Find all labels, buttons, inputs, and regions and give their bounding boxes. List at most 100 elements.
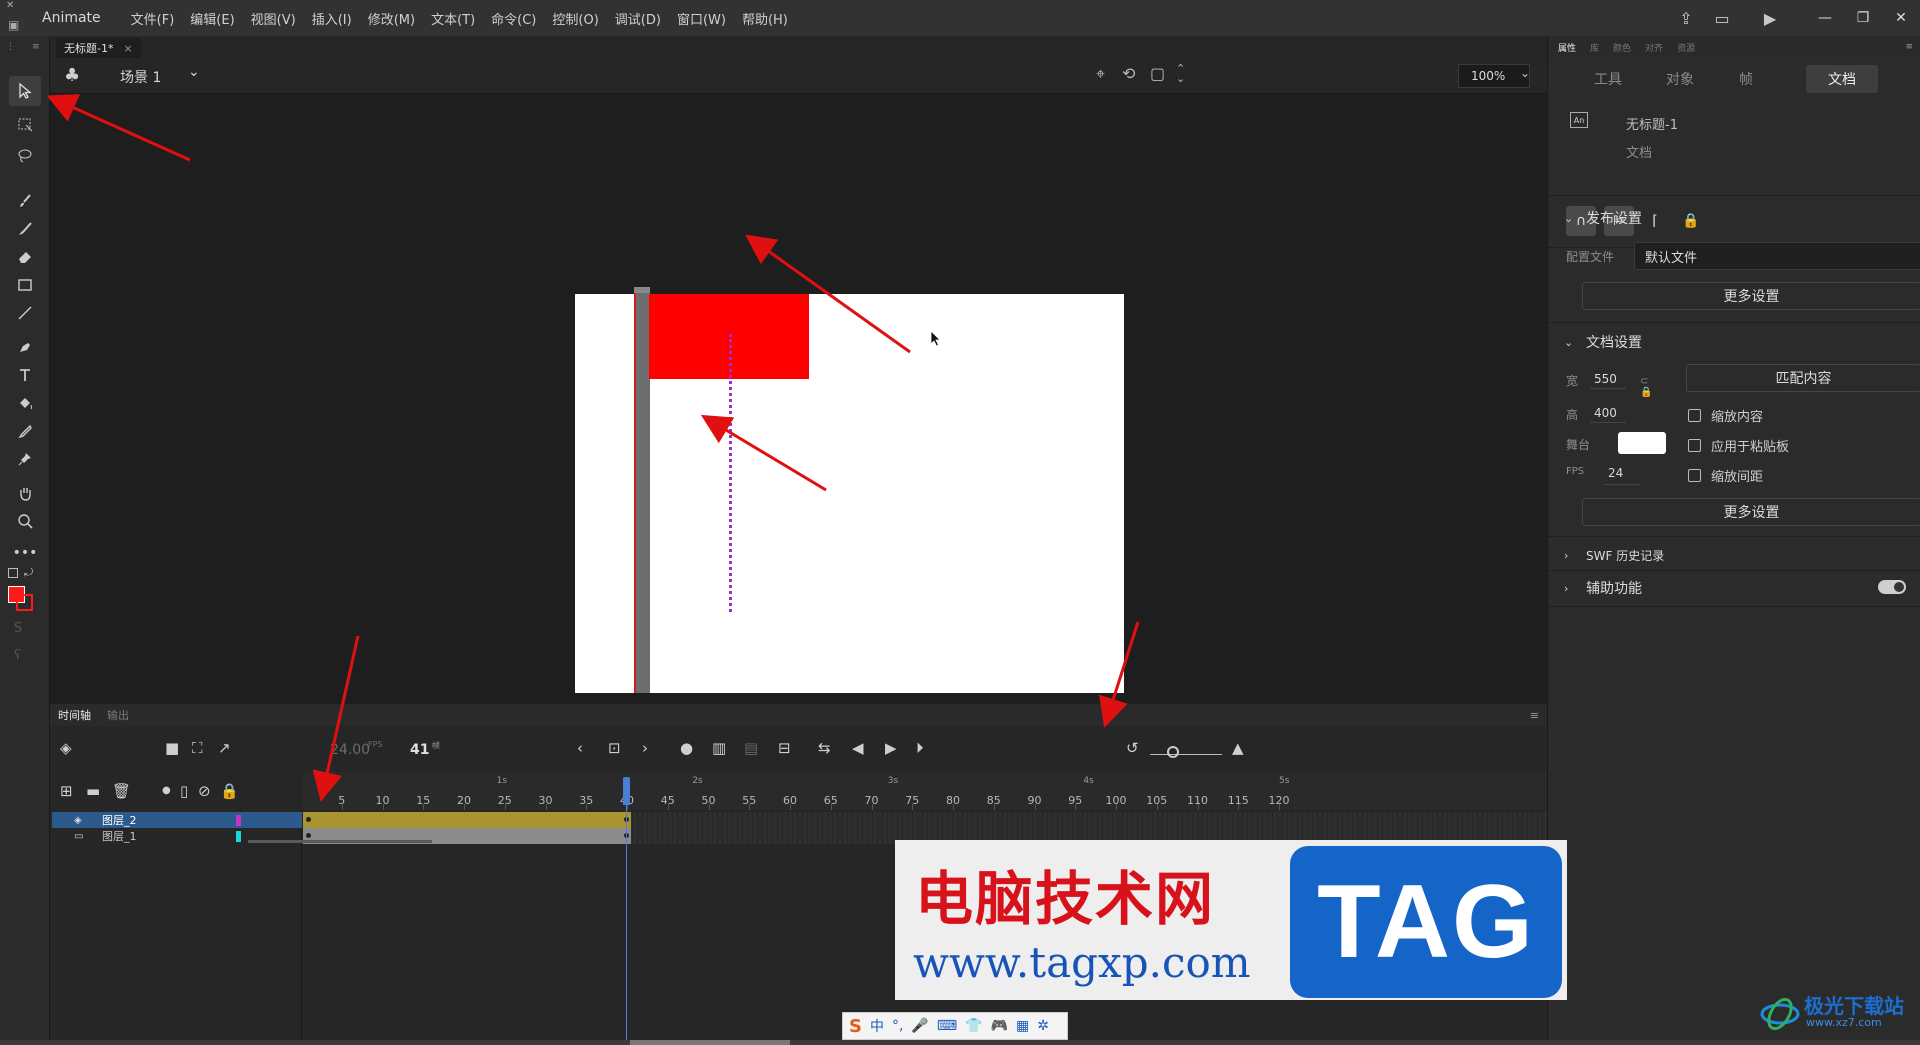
rectangle-tool-icon[interactable]: [9, 270, 41, 300]
menu-edit[interactable]: 编辑(E): [182, 9, 242, 28]
document-more-settings-button[interactable]: 更多设置: [1582, 498, 1920, 526]
menu-window[interactable]: 窗口(W): [669, 9, 734, 28]
onion-skin-icon[interactable]: ●: [680, 739, 693, 757]
motion-tween-span[interactable]: [303, 812, 632, 828]
edit-symbols-icon[interactable]: ♣: [64, 65, 88, 87]
ime-item[interactable]: ✲: [1037, 1018, 1049, 1034]
tab-object[interactable]: 对象: [1650, 65, 1710, 93]
lasso-tool-icon[interactable]: [9, 141, 41, 171]
layer-eye-icon[interactable]: ◈: [74, 815, 82, 826]
tab-properties[interactable]: 属性: [1558, 41, 1576, 54]
playhead[interactable]: [623, 777, 630, 805]
menu-control[interactable]: 控制(O): [544, 9, 606, 28]
delete-layer-icon[interactable]: 🗑: [112, 782, 131, 800]
eraser-tool-icon[interactable]: [9, 242, 41, 272]
layer-color-swatch[interactable]: [236, 830, 241, 842]
menu-debug[interactable]: 调试(D): [607, 9, 669, 28]
workspace-icon[interactable]: ▭: [1704, 0, 1740, 36]
keyframe-dot[interactable]: [306, 817, 311, 822]
current-frame-value[interactable]: 41: [410, 742, 429, 758]
tab-document[interactable]: 文档: [1806, 65, 1878, 93]
text-tool-icon[interactable]: [9, 360, 41, 390]
flag-pole[interactable]: [634, 287, 650, 693]
test-movie-icon[interactable]: ▶: [1752, 0, 1788, 36]
pen-tool-icon[interactable]: [9, 332, 41, 362]
pin-tool-icon[interactable]: [9, 444, 41, 474]
minimize-button[interactable]: —: [1806, 0, 1844, 36]
scale-content-checkbox[interactable]: 缩放内容: [1688, 406, 1763, 425]
tab-library[interactable]: 库: [1590, 41, 1599, 54]
layer-name[interactable]: 图层_2: [102, 812, 137, 828]
document-tab[interactable]: 无标题-1* ×: [56, 38, 141, 58]
motion-path[interactable]: [729, 334, 733, 612]
menu-commands[interactable]: 命令(C): [483, 9, 544, 28]
next-keyframe-icon[interactable]: ›: [642, 739, 648, 757]
ime-item[interactable]: ▦: [1016, 1018, 1029, 1034]
menu-text[interactable]: 文本(T): [423, 9, 483, 28]
graph-icon[interactable]: ↗: [218, 739, 231, 757]
ime-item[interactable]: °,: [892, 1018, 903, 1034]
onion-outline-icon[interactable]: ▤: [744, 739, 758, 757]
smooth-icon[interactable]: ʕ: [14, 648, 21, 663]
ime-item[interactable]: 中: [870, 1016, 884, 1036]
scale-spacing-checkbox[interactable]: 缩放间距: [1688, 466, 1763, 485]
stage-color-swatch[interactable]: [1618, 432, 1666, 454]
ime-item[interactable]: 👕: [965, 1018, 982, 1034]
selection-tool-icon[interactable]: [9, 76, 41, 106]
tab-assets[interactable]: 资源: [1677, 41, 1695, 54]
ime-item[interactable]: 🎮: [991, 1018, 1008, 1034]
restore-button[interactable]: ❐: [1844, 0, 1882, 36]
lock-icon[interactable]: 🔒: [220, 782, 239, 800]
default-colors-icon[interactable]: [8, 568, 18, 578]
menu-insert[interactable]: 插入(I): [304, 9, 360, 28]
timeline-zoom-knob[interactable]: [1167, 746, 1179, 758]
checkbox-box[interactable]: [1688, 469, 1701, 482]
tab-tool[interactable]: 工具: [1578, 65, 1638, 93]
layout-icon[interactable]: ▣: [8, 18, 19, 32]
accessibility-toggle[interactable]: [1878, 580, 1906, 594]
more-tools-icon[interactable]: •••: [9, 538, 41, 568]
paint-bucket-tool-icon[interactable]: [9, 388, 41, 418]
publish-settings-header[interactable]: ⌄ 发布设置: [1548, 204, 1920, 232]
close-tab-icon[interactable]: ×: [123, 42, 132, 55]
edit-multiple-frames-icon[interactable]: ▥: [712, 739, 726, 757]
tab-timeline[interactable]: 时间轴: [58, 707, 91, 723]
camera-icon[interactable]: ■: [165, 739, 179, 757]
scene-label[interactable]: 场景 1: [120, 67, 161, 87]
swf-history-header[interactable]: › SWF 历史记录: [1548, 541, 1920, 569]
highlight-dot-icon[interactable]: ●: [162, 785, 171, 796]
visibility-icon[interactable]: ⊘: [198, 782, 211, 800]
width-input[interactable]: 550: [1594, 372, 1617, 386]
new-layer-icon[interactable]: ⊞: [60, 782, 73, 800]
layer-name[interactable]: 图层_1: [102, 828, 137, 844]
link-dimensions-icon[interactable]: ⊂ 🔒: [1640, 376, 1652, 398]
timeline-menu-icon[interactable]: ≡: [1530, 709, 1539, 722]
menu-file[interactable]: 文件(F): [123, 9, 183, 28]
tab-frame[interactable]: 帧: [1716, 65, 1776, 93]
fps-value[interactable]: 24.00: [330, 742, 370, 758]
fps-input[interactable]: 24: [1608, 466, 1623, 480]
insert-frame-icon[interactable]: ⊟: [778, 739, 791, 757]
zoom-tool-icon[interactable]: [9, 506, 41, 536]
frame-ruler[interactable]: 1s2s3s4s5s510152025303540455055606570758…: [303, 772, 1547, 810]
checkbox-box[interactable]: [1688, 409, 1701, 422]
insert-keyframe-icon[interactable]: ⊡: [608, 739, 621, 757]
ime-item[interactable]: ⌨: [937, 1018, 957, 1034]
keyframe-dot[interactable]: [306, 833, 311, 838]
tab-output[interactable]: 输出: [107, 707, 129, 723]
layer-icon[interactable]: ▭: [74, 831, 83, 842]
line-tool-icon[interactable]: [9, 298, 41, 328]
stroke-color-swatch[interactable]: [16, 594, 33, 611]
brush-tool-icon[interactable]: [9, 214, 41, 244]
sogou-logo-icon[interactable]: S: [849, 1016, 862, 1037]
tab-color[interactable]: 颜色: [1613, 41, 1631, 54]
apply-to-pasteboard-checkbox[interactable]: 应用于粘贴板: [1688, 436, 1789, 455]
clip-stage-icon[interactable]: ▢: [1150, 64, 1165, 83]
close-mini-icon[interactable]: ✕: [6, 0, 14, 11]
timeline-horizontal-scrollbar[interactable]: [248, 840, 432, 843]
layers-icon[interactable]: ◈: [60, 739, 72, 757]
prev-keyframe-icon[interactable]: ‹: [577, 739, 583, 757]
layer-parenting-icon[interactable]: ⛶: [192, 739, 203, 757]
layer-row[interactable]: ◈ 图层_2: [52, 812, 302, 828]
play-button-icon[interactable]: ▶: [885, 739, 897, 757]
